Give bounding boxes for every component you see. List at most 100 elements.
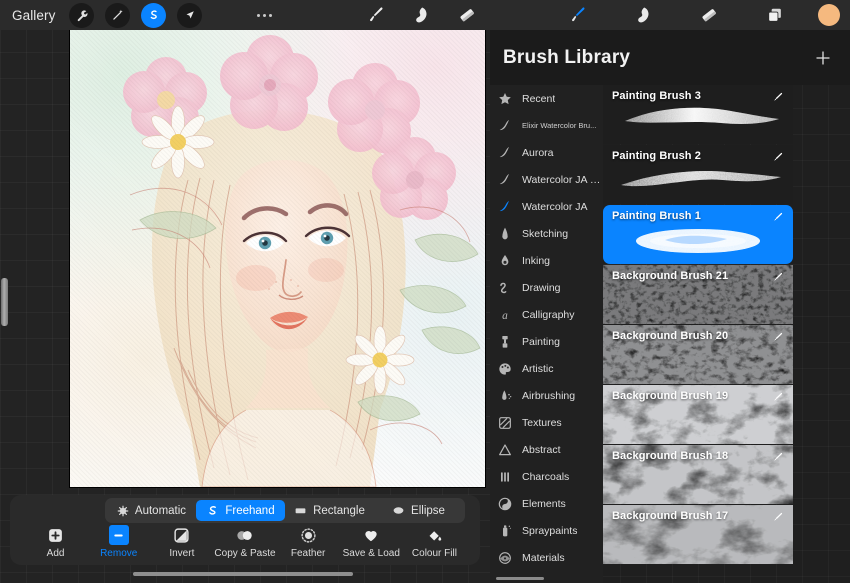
- selection-action-label: Colour Fill: [411, 548, 457, 559]
- brush-category-item-watercolor-ja-1-0[interactable]: Watercolor JA 1.0: [490, 166, 603, 193]
- artboard[interactable]: [70, 30, 485, 487]
- brush-settings-pen-icon[interactable]: [770, 511, 784, 530]
- brush-category-item-inking[interactable]: Inking: [490, 247, 603, 274]
- ink-drop-icon: [501, 254, 508, 265]
- brush-tool-button[interactable]: [352, 0, 398, 30]
- brush-category-item-drawing[interactable]: Drawing: [490, 274, 603, 301]
- layers-button[interactable]: [752, 0, 798, 30]
- dot: [269, 13, 273, 17]
- brush-category-label: Airbrushing: [522, 389, 576, 402]
- brush-list-item[interactable]: Background Brush 18: [603, 445, 793, 504]
- brush-list-item[interactable]: Painting Brush 1: [603, 205, 793, 264]
- brush-category-label: Charcoals: [522, 470, 570, 483]
- color-swatch-button[interactable]: [818, 4, 840, 26]
- selection-action-invert[interactable]: Invert: [150, 525, 213, 559]
- smudge-tool-button[interactable]: [398, 0, 444, 30]
- brush-preview-list[interactable]: Painting Brush 3 Painting Brush 2 Painti…: [603, 85, 850, 583]
- brush-list-item[interactable]: Painting Brush 3: [603, 85, 793, 144]
- yin-yang-icon: [498, 497, 511, 510]
- arrow-icon: [186, 11, 194, 19]
- selection-action-label: Feather: [290, 548, 326, 559]
- three-bars-icon: [500, 471, 509, 482]
- actions-wrench-button[interactable]: [69, 2, 95, 28]
- brush-settings-pen-icon[interactable]: [770, 151, 784, 170]
- brush-settings-pen-icon[interactable]: [770, 211, 784, 230]
- category-scrollbar[interactable]: [496, 577, 544, 580]
- stroke-icon: [499, 146, 509, 157]
- home-indicator: [133, 571, 353, 576]
- brush-category-item-watercolor-ja[interactable]: Watercolor JA: [490, 193, 603, 220]
- brush-category-item-spraypaints[interactable]: Spraypaints: [490, 517, 603, 544]
- heart-icon: [361, 525, 381, 545]
- material-swatch-icon: [498, 551, 511, 564]
- s-curve-icon: [151, 10, 158, 20]
- brush-list-item[interactable]: Background Brush 21: [603, 265, 793, 324]
- brush-category-item-airbrushing[interactable]: Airbrushing: [490, 382, 603, 409]
- gallery-button[interactable]: Gallery: [12, 8, 55, 23]
- smudge-tool-button[interactable]: [620, 0, 666, 30]
- selection-mode-rectangle[interactable]: Rectangle: [285, 500, 374, 521]
- palette-icon: [498, 362, 511, 375]
- brush-settings-pen-icon[interactable]: [770, 451, 784, 470]
- brush-category-item-painting[interactable]: Painting: [490, 328, 603, 355]
- brush-library-header: Brush Library: [490, 30, 850, 85]
- brush-category-item-artistic[interactable]: Artistic: [490, 355, 603, 382]
- brush-list-item[interactable]: Background Brush 17: [603, 505, 793, 564]
- brush-category-item-materials[interactable]: Materials: [490, 544, 603, 571]
- sidebar-slider-handle[interactable]: [1, 278, 8, 326]
- canvas-area[interactable]: Automatic Freehand Rectangle Ellipse Add…: [0, 30, 490, 583]
- brush-category-list[interactable]: Recent Elixir Watercolor Bru... Aurora Wate…: [490, 85, 603, 583]
- selection-action-label: Add: [46, 548, 65, 559]
- selection-action-add[interactable]: Add: [24, 525, 87, 559]
- brush-name-label: Background Brush 19: [612, 390, 729, 402]
- stroke-blue-icon: [499, 200, 509, 211]
- adjustments-wand-button[interactable]: [105, 2, 131, 28]
- brush-category-item-textures[interactable]: Textures: [490, 409, 603, 436]
- transform-tool-button[interactable]: [177, 2, 203, 28]
- brush-category-label: Abstract: [522, 443, 561, 456]
- brush-settings-pen-icon[interactable]: [770, 271, 784, 290]
- selection-action-save-load[interactable]: Save & Load: [340, 525, 403, 559]
- selection-action-colour-fill[interactable]: Colour Fill: [403, 525, 466, 559]
- selection-mode-automatic[interactable]: Automatic: [107, 500, 196, 521]
- brush-category-item-elements[interactable]: Elements: [490, 490, 603, 517]
- selection-action-copy-paste[interactable]: Copy & Paste: [213, 525, 276, 559]
- brush-category-item-calligraphy[interactable]: a Calligraphy: [490, 301, 603, 328]
- brush-tool-button-active[interactable]: [554, 0, 600, 30]
- selection-mode-ellipse[interactable]: Ellipse: [374, 500, 463, 521]
- hatch-square-icon-wrap: [496, 414, 513, 431]
- brush-category-item-aurora[interactable]: Aurora: [490, 139, 603, 166]
- more-options-button[interactable]: [257, 13, 273, 17]
- brush-settings-pen-icon[interactable]: [770, 331, 784, 350]
- brush-settings-pen-icon[interactable]: [770, 391, 784, 410]
- three-bars-icon-wrap: [496, 468, 513, 485]
- brush-list-item[interactable]: Background Brush 20: [603, 325, 793, 384]
- brush-category-label: Painting: [522, 335, 560, 348]
- brush-category-label: Inking: [522, 254, 551, 267]
- eraser-tool-button[interactable]: [444, 0, 490, 30]
- airbrush-icon-wrap: [496, 387, 513, 404]
- eraser-tool-button[interactable]: [686, 0, 732, 30]
- brush-list-item[interactable]: Painting Brush 2: [603, 145, 793, 204]
- dot: [257, 13, 261, 17]
- brush-category-item-elixir-watercolor-bru[interactable]: Elixir Watercolor Bru...: [490, 112, 603, 139]
- invert-square-icon: [172, 525, 192, 545]
- brush-settings-pen-icon[interactable]: [770, 91, 784, 110]
- brush-category-label: Aurora: [522, 146, 554, 159]
- selection-mode-freehand[interactable]: Freehand: [196, 500, 285, 521]
- selection-action-remove[interactable]: Remove: [87, 525, 150, 559]
- selection-action-label: Remove: [100, 548, 138, 559]
- brush-list-item[interactable]: Background Brush 19: [603, 385, 793, 444]
- left-paint-tools: [352, 0, 490, 30]
- brush-category-label: Artistic: [522, 362, 554, 375]
- brush-category-item-abstract[interactable]: Abstract: [490, 436, 603, 463]
- pencil-tip-icon-wrap: [496, 225, 513, 242]
- brush-category-item-sketching[interactable]: Sketching: [490, 220, 603, 247]
- stroke-icon: [499, 173, 509, 184]
- brush-category-item-charcoals[interactable]: Charcoals: [490, 463, 603, 490]
- selection-tool-button[interactable]: [141, 2, 167, 28]
- add-brush-set-button[interactable]: [812, 47, 834, 69]
- brush-name-label: Painting Brush 3: [612, 90, 701, 102]
- brush-category-item-recent[interactable]: Recent: [490, 85, 603, 112]
- selection-action-feather[interactable]: Feather: [277, 525, 340, 559]
